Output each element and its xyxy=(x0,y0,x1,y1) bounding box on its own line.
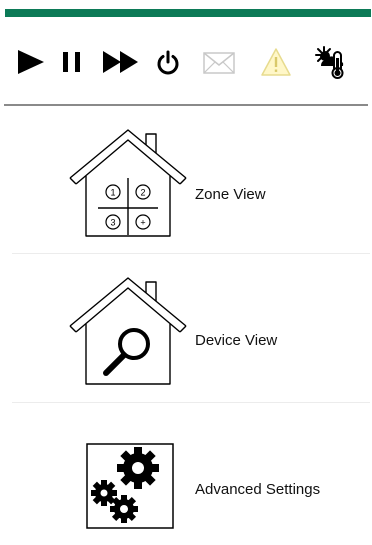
mail-button[interactable] xyxy=(203,52,235,74)
warning-button[interactable] xyxy=(260,47,292,77)
zone-view-item[interactable]: 1 2 3 + Zone View xyxy=(0,122,372,240)
zone-add-label: + xyxy=(140,218,145,228)
zone-3-label: 3 xyxy=(110,218,115,228)
zone-1-label: 1 xyxy=(110,188,115,198)
advanced-settings-item[interactable]: Advanced Settings xyxy=(0,440,372,530)
weather-button[interactable] xyxy=(313,44,349,80)
control-toolbar xyxy=(0,30,372,90)
mail-icon xyxy=(203,52,235,74)
power-icon xyxy=(157,50,179,75)
toolbar-divider xyxy=(4,104,368,106)
house-magnifier-icon xyxy=(68,276,188,391)
divider xyxy=(12,402,370,403)
pause-button[interactable] xyxy=(60,50,84,74)
fast-forward-icon xyxy=(103,51,138,73)
warning-icon xyxy=(261,48,291,76)
advanced-settings-label: Advanced Settings xyxy=(195,481,321,498)
divider xyxy=(12,253,370,254)
zone-view-label: Zone View xyxy=(195,186,266,203)
fast-forward-button[interactable] xyxy=(102,50,140,74)
weather-temperature-icon xyxy=(315,46,344,79)
play-button[interactable] xyxy=(16,48,46,76)
device-view-item[interactable]: Device View xyxy=(0,270,372,388)
gears-icon xyxy=(86,443,174,534)
device-view-label: Device View xyxy=(195,332,278,349)
house-zones-icon: 1 2 3 + xyxy=(68,128,188,243)
zone-2-label: 2 xyxy=(140,188,145,198)
power-button[interactable] xyxy=(155,50,181,76)
app-accent-bar xyxy=(5,9,371,17)
pause-icon xyxy=(63,52,80,72)
play-icon xyxy=(18,50,44,74)
